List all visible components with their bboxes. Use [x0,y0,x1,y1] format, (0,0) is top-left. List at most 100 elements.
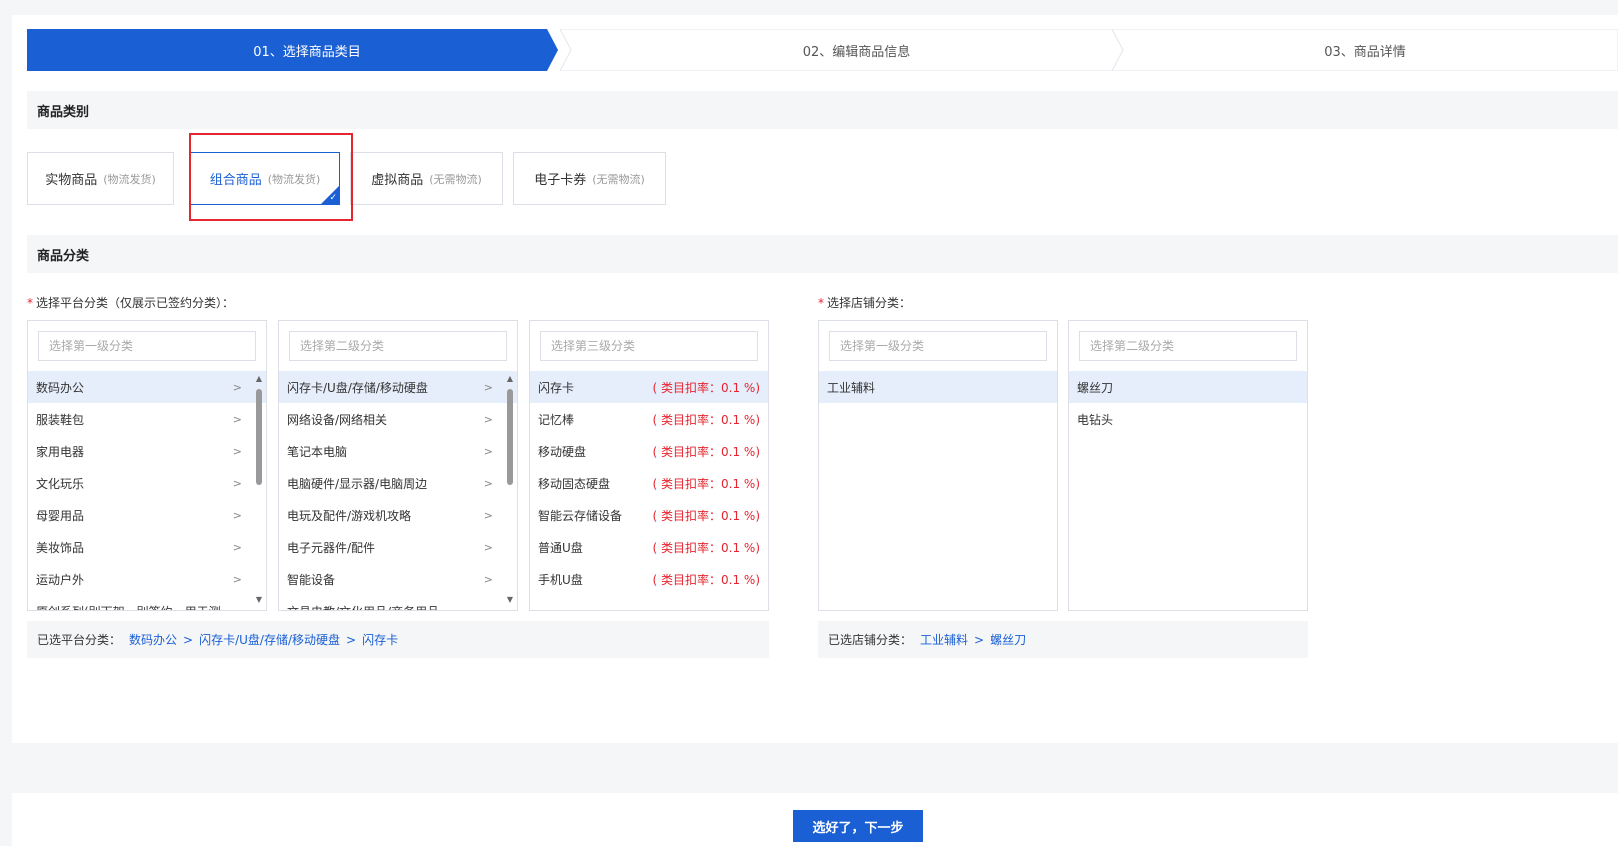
platform-level3-panel: 闪存卡 ( 类目扣率：0.1 %) 记忆棒 ( 类目扣率：0.1 %) 移动硬盘 ( … [529,320,769,611]
list-item[interactable]: 智能设备 > [279,563,517,595]
platform-category-label-text: 选择平台分类（仅展示已签约分类）： [36,296,235,310]
chevron-right-icon: > [483,572,493,586]
list-item[interactable]: 电脑硬件/显示器/电脑周边 > [279,467,517,499]
level3-list[interactable]: 闪存卡 ( 类目扣率：0.1 %) 记忆棒 ( 类目扣率：0.1 %) 移动硬盘 ( … [530,371,768,610]
item-label: 闪存卡 [538,380,575,395]
selected-store-path: 已选店铺分类： 工业辅料 > 螺丝刀 [818,621,1308,658]
list-item[interactable]: 网络设备/网络相关 > [279,403,517,435]
type-card-virtual[interactable]: 虚拟商品 (无需物流) [350,152,503,205]
annotation-highlight-box [189,133,353,221]
scroll-down-icon[interactable]: ▼ [255,596,263,604]
list-item[interactable]: 手机U盘 ( 类目扣率：0.1 %) [530,563,768,595]
item-label: 文具电教/文化用品/商务用品 [287,603,439,611]
breadcrumb-link[interactable]: 工业辅料 [920,631,968,648]
item-label: 笔记本电脑 [287,444,348,459]
platform-category-label: * 选择平台分类（仅展示已签约分类）： [27,296,235,310]
scroll-thumb[interactable] [256,389,262,485]
commission-rate: ( 类目扣率：0.1 %) [652,508,760,523]
store-level2-search-input[interactable] [1079,331,1297,361]
list-item[interactable]: 数码办公 > [28,371,266,403]
list-item[interactable]: 电子元器件/配件 > [279,531,517,563]
item-label: 电钻头 [1077,412,1114,427]
chevron-right-icon: > [483,540,493,554]
path-label: 已选店铺分类： [828,633,913,647]
level2-scrollbar[interactable]: ▲ ▼ [506,375,514,606]
next-step-button[interactable]: 选好了，下一步 [793,810,923,842]
list-item[interactable]: 螺丝刀 [1069,371,1307,403]
item-label: 文化玩乐 [36,476,85,491]
level2-list[interactable]: 闪存卡/U盘/存储/移动硬盘 > 网络设备/网络相关 > 笔记本电脑 > 电脑硬件/显… [279,371,517,610]
breadcrumb-separator: > [183,632,194,647]
item-label: 智能云存储设备 [538,508,623,523]
step-2: 02、编辑商品信息 [560,29,1153,71]
type-card-label: 电子卡券 [534,173,587,188]
platform-level1-panel: 数码办公 > 服装鞋包 > 家用电器 > 文化玩乐 > 母婴用品 > 美妆饰品 > 运动户外… [27,320,267,611]
chevron-right-icon: > [232,476,242,490]
list-item[interactable]: 记忆棒 ( 类目扣率：0.1 %) [530,403,768,435]
list-item[interactable]: 文化玩乐 > [28,467,266,499]
item-label: 电脑硬件/显示器/电脑周边 [287,476,428,491]
step-progress: 01、选择商品类目 02、编辑商品信息 03、商品详情 [27,29,1618,71]
store-category-label-text: 选择店铺分类： [827,296,912,310]
type-card-sub: (无需物流) [429,172,482,186]
store-level1-list[interactable]: 工业辅料 [819,371,1057,610]
step-3-label: 03、商品详情 [1324,44,1406,60]
item-label: 美妆饰品 [36,540,85,555]
step-3: 03、商品详情 [1112,29,1618,71]
list-item[interactable]: 原创系列(别下架，别签约，用于测 [28,595,266,611]
level2-search-input[interactable] [289,331,507,361]
item-label: 服装鞋包 [36,412,85,427]
breadcrumb-link[interactable]: 闪存卡/U盘/存储/移动硬盘 [199,631,340,648]
level1-search-input[interactable] [38,331,256,361]
list-item[interactable]: 电玩及配件/游戏机攻略 > [279,499,517,531]
breadcrumb-separator: > [346,632,357,647]
list-item[interactable]: 闪存卡/U盘/存储/移动硬盘 > [279,371,517,403]
item-label: 智能设备 [287,572,336,587]
scroll-up-icon[interactable]: ▲ [506,375,514,383]
item-label: 家用电器 [36,444,85,459]
list-item[interactable]: 工业辅料 [819,371,1057,403]
breadcrumb-separator: > [974,632,985,647]
level3-search-input[interactable] [540,331,758,361]
chevron-right-icon: > [483,412,493,426]
item-label: 普通U盘 [538,540,583,555]
commission-rate: ( 类目扣率：0.1 %) [652,476,760,491]
item-label: 螺丝刀 [1077,380,1114,395]
type-card-sub: (物流发货) [103,172,156,186]
selected-platform-path: 已选平台分类： 数码办公 > 闪存卡/U盘/存储/移动硬盘 > 闪存卡 [27,621,769,658]
list-item[interactable]: 服装鞋包 > [28,403,266,435]
list-item[interactable]: 普通U盘 ( 类目扣率：0.1 %) [530,531,768,563]
type-card-sub: (无需物流) [592,172,645,186]
level1-list[interactable]: 数码办公 > 服装鞋包 > 家用电器 > 文化玩乐 > 母婴用品 > 美妆饰品 > 运动户外… [28,371,266,610]
list-item[interactable]: 移动固态硬盘 ( 类目扣率：0.1 %) [530,467,768,499]
list-item[interactable]: 文具电教/文化用品/商务用品 [279,595,517,611]
list-item[interactable]: 家用电器 > [28,435,266,467]
list-item[interactable]: 母婴用品 > [28,499,266,531]
item-label: 移动固态硬盘 [538,476,611,491]
scroll-up-icon[interactable]: ▲ [255,375,263,383]
store-level1-search-input[interactable] [829,331,1047,361]
breadcrumb-link[interactable]: 螺丝刀 [990,631,1026,648]
item-label: 原创系列(别下架，别签约，用于测 [36,603,221,611]
step-1-label: 01、选择商品类目 [253,44,361,60]
scroll-thumb[interactable] [507,389,513,485]
list-item[interactable]: 智能云存储设备 ( 类目扣率：0.1 %) [530,499,768,531]
breadcrumb-link[interactable]: 闪存卡 [362,631,398,648]
type-card-ecard[interactable]: 电子卡券 (无需物流) [513,152,666,205]
list-item[interactable]: 移动硬盘 ( 类目扣率：0.1 %) [530,435,768,467]
step-1: 01、选择商品类目 [27,29,587,71]
item-label: 工业辅料 [827,380,876,395]
list-item[interactable]: 笔记本电脑 > [279,435,517,467]
list-item[interactable]: 闪存卡 ( 类目扣率：0.1 %) [530,371,768,403]
list-item[interactable]: 运动户外 > [28,563,266,595]
level1-scrollbar[interactable]: ▲ ▼ [255,375,263,606]
type-card-physical[interactable]: 实物商品 (物流发货) [27,152,174,205]
chevron-right-icon: > [232,412,242,426]
breadcrumb-link[interactable]: 数码办公 [129,631,177,648]
list-item[interactable]: 美妆饰品 > [28,531,266,563]
chevron-right-icon: > [483,508,493,522]
list-item[interactable]: 电钻头 [1069,403,1307,435]
store-level2-list[interactable]: 螺丝刀 电钻头 [1069,371,1307,610]
chevron-right-icon: > [232,380,242,394]
scroll-down-icon[interactable]: ▼ [506,596,514,604]
